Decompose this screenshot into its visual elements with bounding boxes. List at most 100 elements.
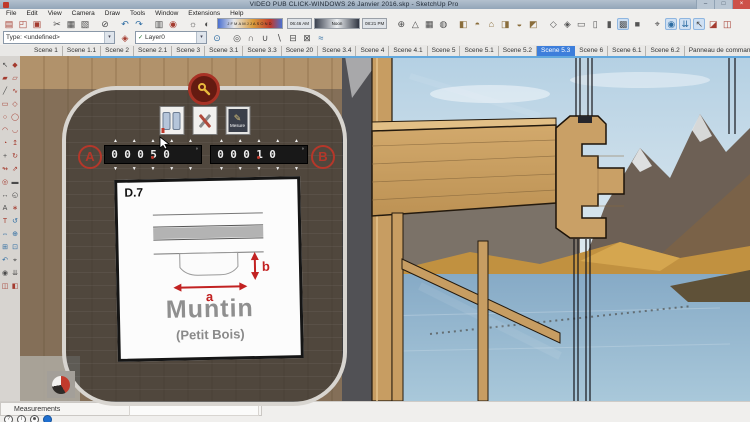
photo-textures-icon[interactable]: ▦: [423, 18, 435, 30]
digit-increment-arrow[interactable]: ▲: [184, 138, 197, 144]
wireframe-icon[interactable]: ▭: [575, 18, 587, 30]
pan-hand-icon[interactable]: ↖: [693, 18, 705, 30]
info-icon[interactable]: i: [17, 415, 26, 422]
tab-scene-5-3[interactable]: Scene 5.3: [537, 46, 575, 56]
menu-item[interactable]: Extensions: [188, 10, 220, 17]
network-status-icon[interactable]: [43, 415, 52, 422]
follow-me-tool[interactable]: ↬: [0, 163, 10, 176]
menu-item[interactable]: Help: [230, 10, 243, 17]
tab-scene-3-1[interactable]: Scene 3.1: [205, 46, 243, 56]
back-view-icon[interactable]: ◒: [513, 18, 525, 30]
union-icon[interactable]: ∪: [259, 32, 271, 44]
look-around-icon[interactable]: ◉: [665, 18, 677, 30]
axes-tool[interactable]: ∗: [10, 202, 20, 215]
digit-decrement-arrow[interactable]: ▼: [184, 166, 197, 172]
xray-icon[interactable]: ◇: [547, 18, 559, 30]
section-plane-tool[interactable]: ◫: [0, 280, 10, 293]
tab-scene-6[interactable]: Scene 6: [575, 46, 608, 56]
split-icon[interactable]: ⊠: [301, 32, 313, 44]
menu-item[interactable]: View: [48, 10, 62, 17]
protractor-tool[interactable]: ◵: [10, 189, 20, 202]
layer-combo[interactable]: ✓ Layer0 ▾: [135, 31, 207, 44]
digit-decrement-arrow[interactable]: ▼: [271, 166, 284, 172]
trim-icon[interactable]: ⊟: [287, 32, 299, 44]
freehand-tool[interactable]: ∿: [10, 85, 20, 98]
hidden-line-icon[interactable]: ▯: [589, 18, 601, 30]
section-display-icon[interactable]: ◫: [721, 18, 733, 30]
cut-icon[interactable]: ✂: [51, 18, 63, 30]
tab-panneau-de-commande[interactable]: Panneau de commande: [685, 46, 750, 56]
position-camera-tool[interactable]: ⌖: [10, 254, 20, 267]
preview-model-icon[interactable]: ◍: [437, 18, 449, 30]
zoom-extents-tool[interactable]: ⊡: [10, 241, 20, 254]
three-point-arc-tool[interactable]: ◡: [10, 124, 20, 137]
tab-scene-3-3[interactable]: Scene 3.3: [243, 46, 281, 56]
pie-tool[interactable]: ◔: [0, 137, 10, 150]
tab-scene-4-1[interactable]: Scene 4.1: [389, 46, 427, 56]
tab-scene-2-1[interactable]: Scene 2.1: [134, 46, 172, 56]
outer-shell-icon[interactable]: ◎: [231, 32, 243, 44]
menu-item[interactable]: Draw: [105, 10, 120, 17]
windows-style-button[interactable]: [159, 106, 184, 135]
shadow-time-slider[interactable]: Noon: [314, 18, 360, 29]
rectangle-tool[interactable]: ▭: [0, 98, 10, 111]
mesure-button[interactable]: ✎ Mesure: [225, 106, 250, 135]
digit-decrement-arrow[interactable]: ▼: [128, 166, 141, 172]
measurements-input[interactable]: [129, 405, 259, 416]
close-button[interactable]: ×: [732, 0, 750, 9]
shadow-date-slider[interactable]: JFMAMJJASOND: [217, 18, 283, 29]
open-icon[interactable]: ◰: [17, 18, 29, 30]
classifier-edit-icon[interactable]: ◈: [119, 32, 131, 44]
sandbox-icon[interactable]: ≈: [315, 32, 327, 44]
digit-increment-arrow[interactable]: ▲: [147, 138, 160, 144]
position-camera-icon[interactable]: ⌖: [651, 18, 663, 30]
digit-decrement-arrow[interactable]: ▼: [147, 166, 160, 172]
new-icon[interactable]: ▤: [3, 18, 15, 30]
menu-item[interactable]: File: [6, 10, 16, 17]
print-icon[interactable]: ▥: [153, 18, 165, 30]
section-plane-icon[interactable]: ◪: [707, 18, 719, 30]
section-display-tool[interactable]: ◧: [10, 280, 20, 293]
top-view-icon[interactable]: ◓: [471, 18, 483, 30]
layer-manager-icon[interactable]: ⊙: [211, 32, 223, 44]
zoom-tool[interactable]: ⊕: [10, 228, 20, 241]
paint-bucket-tool[interactable]: ▰: [0, 72, 10, 85]
credits-icon[interactable]: ☻: [30, 415, 39, 422]
digit-increment-arrow[interactable]: ▲: [215, 138, 228, 144]
look-around-tool[interactable]: ◉: [0, 267, 10, 280]
help-icon[interactable]: ?: [4, 415, 13, 422]
eraser-tool[interactable]: ▱: [10, 72, 20, 85]
push-pull-tool[interactable]: ↥: [10, 137, 20, 150]
textured-icon[interactable]: ▩: [617, 18, 629, 30]
tab-scene-2[interactable]: Scene 2: [101, 46, 134, 56]
subtract-icon[interactable]: ∖: [273, 32, 285, 44]
menu-item[interactable]: Edit: [26, 10, 37, 17]
tab-scene-6-1[interactable]: Scene 6.1: [608, 46, 646, 56]
monochrome-icon[interactable]: ■: [631, 18, 643, 30]
shaded-icon[interactable]: ▮: [603, 18, 615, 30]
zoom-window-tool[interactable]: ⊞: [0, 241, 10, 254]
iso-view-icon[interactable]: ◧: [457, 18, 469, 30]
scale-tool[interactable]: ⇗: [10, 163, 20, 176]
tab-scene-1[interactable]: Scene 1: [30, 46, 63, 56]
move-tool[interactable]: +: [0, 150, 10, 163]
paste-icon[interactable]: ▧: [79, 18, 91, 30]
digit-increment-arrow[interactable]: ▲: [109, 138, 122, 144]
maximize-button[interactable]: □: [714, 0, 732, 9]
tape-measure-tool[interactable]: ▬: [10, 176, 20, 189]
tab-scene-3[interactable]: Scene 3: [172, 46, 205, 56]
chevron-down-icon[interactable]: ▾: [104, 32, 114, 43]
rotate-tool[interactable]: ↻: [10, 150, 20, 163]
redo-icon[interactable]: ↷: [133, 18, 145, 30]
digit-increment-arrow[interactable]: ▲: [128, 138, 141, 144]
menu-item[interactable]: Tools: [130, 10, 145, 17]
dimension-tool[interactable]: ↔: [0, 189, 10, 202]
rotated-rectangle-tool[interactable]: ◇: [10, 98, 20, 111]
toggle-terrain-icon[interactable]: △: [409, 18, 421, 30]
text-tool[interactable]: A: [0, 202, 10, 215]
digit-decrement-arrow[interactable]: ▼: [234, 166, 247, 172]
chevron-down-icon[interactable]: ▾: [196, 32, 206, 43]
left-view-icon[interactable]: ◩: [527, 18, 539, 30]
copy-icon[interactable]: ▦: [65, 18, 77, 30]
circle-tool[interactable]: ○: [0, 111, 10, 124]
